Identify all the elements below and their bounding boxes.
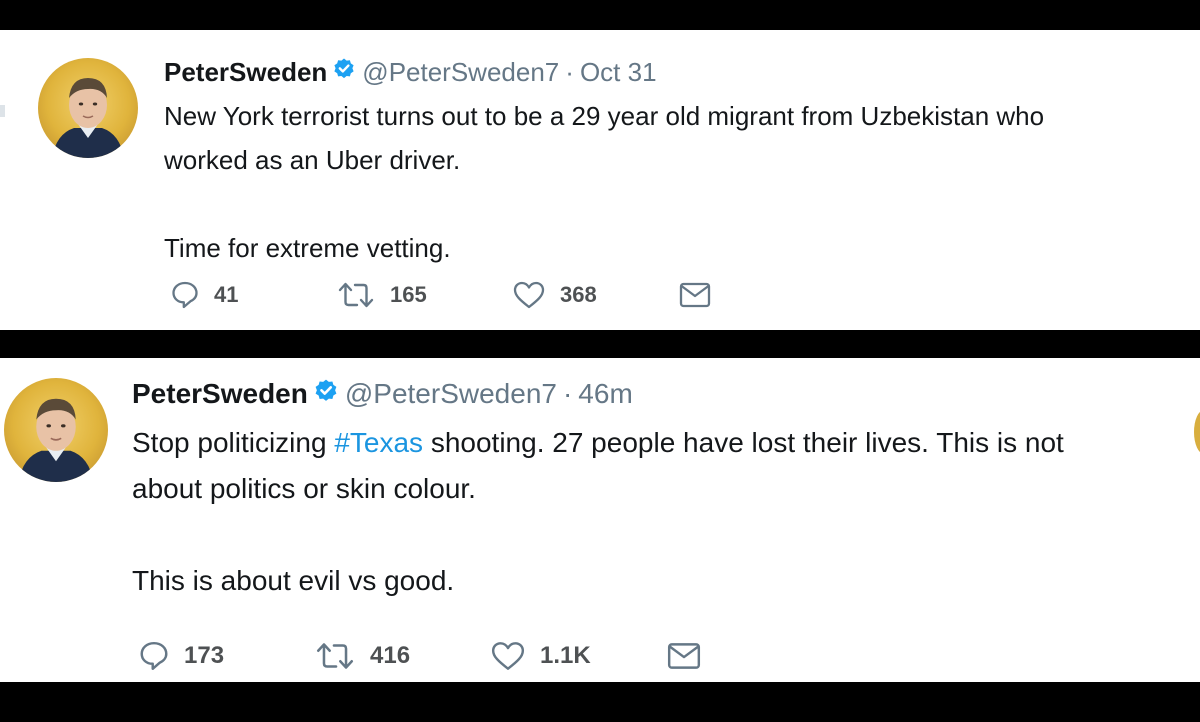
hashtag-link[interactable]: #Texas (334, 427, 423, 458)
verified-badge-icon (332, 57, 356, 88)
reply-count: 41 (214, 282, 239, 307)
avatar-portrait (52, 78, 124, 158)
avatar[interactable] (38, 58, 138, 158)
tweet-text: New York terrorist turns out to be a 29 … (164, 94, 1200, 270)
tweet-timestamp[interactable]: Oct 31 (580, 57, 657, 88)
tweet-text-line: worked as an Uber driver. (164, 145, 461, 175)
tweet-text-part: Stop politicizing (132, 427, 335, 458)
direct-message-icon (679, 282, 711, 308)
next-avatar-fragment (1194, 410, 1200, 454)
author-handle[interactable]: @PeterSweden7 (362, 57, 559, 88)
tweet-card[interactable]: PeterSweden @PeterSweden7 · Oct 31 New Y… (0, 30, 1200, 330)
like-button[interactable]: 1.1K (490, 640, 666, 672)
verified-badge-icon (313, 378, 339, 411)
retweet-count: 165 (390, 282, 427, 307)
retweet-icon (316, 643, 354, 669)
like-count: 1.1K (540, 642, 591, 669)
retweet-icon (338, 282, 374, 308)
tweet-text-line: New York terrorist turns out to be a 29 … (164, 101, 1045, 131)
direct-message-button[interactable] (678, 280, 712, 310)
separator-dot: · (565, 56, 574, 87)
heart-icon (491, 642, 525, 670)
avatar[interactable] (4, 378, 108, 482)
tweet-text: Stop politicizing #Texas shooting. 27 pe… (132, 420, 1172, 604)
tweet-timestamp[interactable]: 46m (578, 378, 632, 410)
retweet-count: 416 (370, 642, 411, 669)
like-button[interactable]: 368 (512, 280, 678, 310)
tweet-actions: 41 165 368 (170, 280, 712, 310)
retweet-button[interactable]: 165 (336, 280, 512, 310)
reply-icon (172, 281, 198, 309)
avatar-portrait (18, 398, 94, 482)
direct-message-icon (667, 643, 701, 669)
reply-button[interactable]: 173 (138, 640, 314, 672)
reply-icon (140, 641, 168, 671)
author-handle[interactable]: @PeterSweden7 (345, 378, 557, 410)
reply-count: 173 (184, 642, 225, 669)
reply-button[interactable]: 41 (170, 280, 336, 310)
author-name[interactable]: PeterSweden (132, 378, 308, 410)
edge-fragment (0, 105, 5, 117)
retweet-button[interactable]: 416 (314, 640, 490, 672)
tweet-card[interactable]: PeterSweden @PeterSweden7 · 46m Stop pol… (0, 358, 1200, 682)
direct-message-button[interactable] (666, 640, 702, 672)
tweet-text-line: Time for extreme vetting. (164, 233, 451, 263)
separator-dot: · (562, 378, 573, 409)
heart-icon (513, 281, 545, 309)
author-name[interactable]: PeterSweden (164, 57, 327, 88)
like-count: 368 (560, 282, 597, 307)
tweet-actions: 173 416 1.1K (138, 640, 702, 672)
